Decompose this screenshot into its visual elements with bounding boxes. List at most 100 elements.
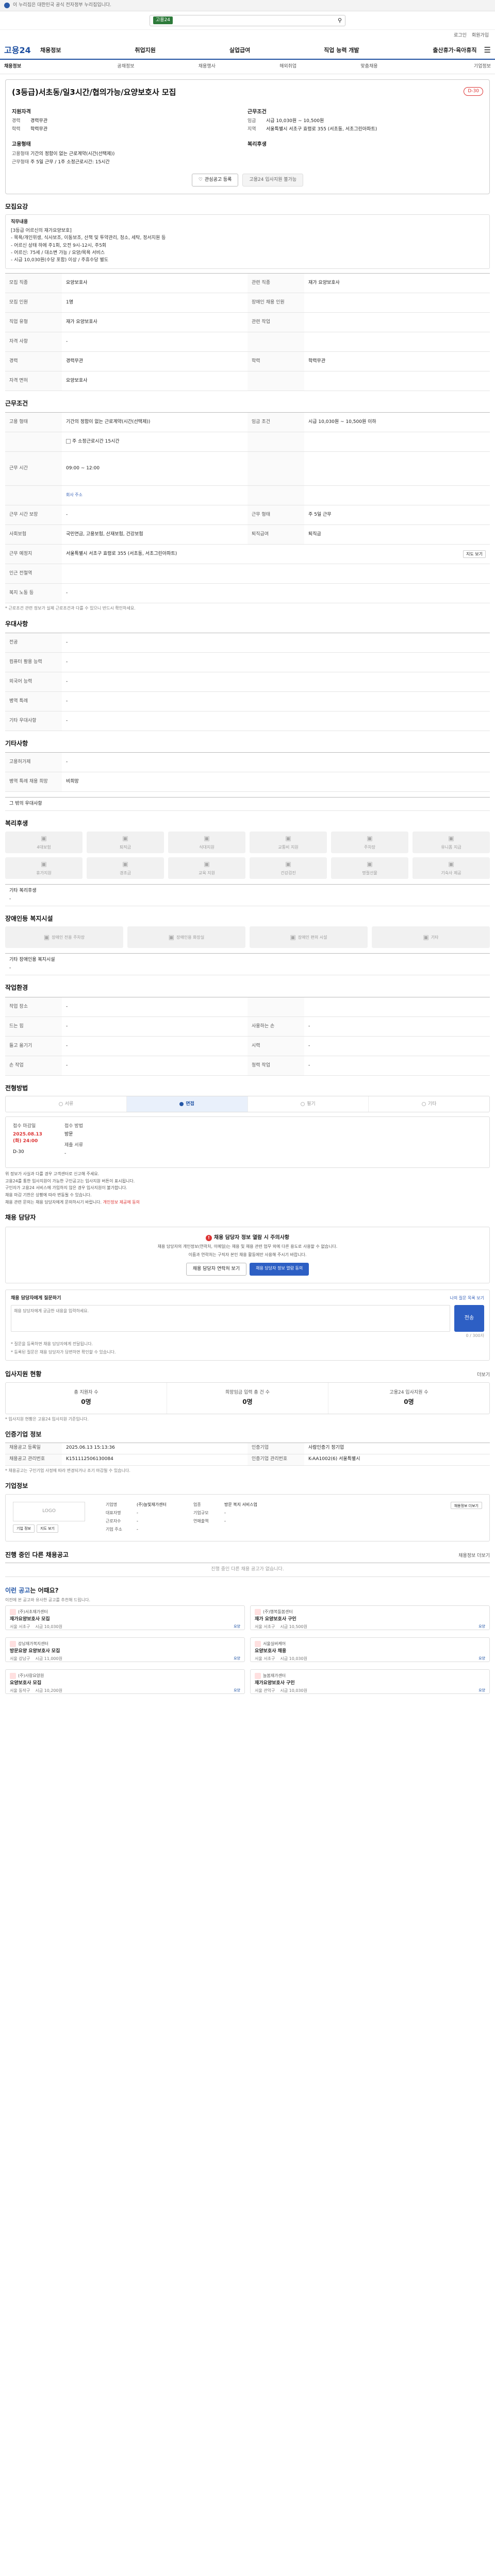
login-link[interactable]: 로그인	[454, 32, 467, 39]
disability-item-label: 장애인용 화장실	[176, 935, 205, 940]
search-input[interactable]	[176, 18, 335, 23]
subnav-item-public[interactable]: 공채정보	[85, 63, 166, 70]
inquiry-note: * 등록된 질문은 채용 담당자가 답변하면 확인할 수 있습니다.	[11, 1349, 116, 1354]
detail-key: 경력	[5, 351, 62, 371]
documents-value: -	[64, 1151, 67, 1157]
restroom-icon: ▣	[168, 933, 175, 941]
deadline-dday: D-30	[13, 1149, 24, 1155]
status-box: 총 지원자 수 0명 희망임금 입력 총 건 수 0명 고용24 입사지원 수 0명	[5, 1382, 490, 1414]
job-title: (3등급)서초동/일3시간/협의가능/요양보호사 모집	[12, 88, 176, 97]
subnav-item-events[interactable]: 채용행사	[167, 63, 248, 70]
condition-key	[248, 432, 304, 452]
process-note: 위 정보가 사실과 다를 경우 고객센터로 신고해 주세요.	[5, 1172, 100, 1177]
recommend-company: (주)행복돌봄센터	[263, 1609, 293, 1615]
other-jobs-empty: 진행 중인 다른 채용 공고가 없습니다.	[5, 1562, 490, 1577]
warning-icon: !	[205, 1234, 212, 1241]
status-more-link[interactable]: 더보기	[477, 1372, 490, 1379]
summary-key: 고용형태	[12, 151, 29, 157]
map-view-button[interactable]: 지도 보기	[463, 550, 486, 558]
company-jobs-button[interactable]: 채용정보 더보기	[450, 1501, 482, 1509]
recommend-card[interactable]: (주)행복돌봄센터 재가 요양보호사 구인 서울 서초구 시급 10,500원 요양	[250, 1605, 490, 1630]
subnav-item-custom[interactable]: 맞춤채용	[328, 63, 409, 70]
subnav-item-overseas[interactable]: 해외취업	[248, 63, 328, 70]
subnav-item-jobs[interactable]: 채용정보	[4, 63, 85, 70]
summary-key: 임금	[248, 118, 256, 124]
condition-value: 회사 주소	[62, 485, 248, 506]
method-label: 접수 방법	[64, 1124, 83, 1129]
condition-key: 인근 전철역	[5, 564, 62, 584]
company-logo-col: LOGO 기업 정보 지도 보기	[13, 1501, 85, 1534]
post-info-table: 채용공고 등록일 2025.06.13 15:13:36 인증기업 사람인증기 정기업…	[5, 1442, 490, 1466]
status-section-title: 입사지원 현황	[5, 1370, 42, 1378]
preference-value: -	[62, 633, 490, 653]
process-note-text: 채용 관련 문의는 채용 담당자에게 문의하시기 바랍니다.	[5, 1199, 102, 1205]
recommend-title-prefix: 이런 공고	[5, 1586, 30, 1594]
condition-value: 지도 보기	[304, 544, 490, 565]
inquiry-submit-button[interactable]: 전송	[454, 1305, 484, 1332]
disability-item-label: 장애인 편의 시설	[298, 935, 327, 940]
summary-heading-qualification: 지원자격	[12, 109, 31, 115]
hamburger-menu-icon[interactable]: ☰	[484, 45, 491, 56]
recommend-card[interactable]: (주)사랑요양원 요양보호사 모집 서울 동작구 시급 10,200원 요양	[5, 1669, 245, 1694]
my-questions-link[interactable]: 나의 질문 목록 보기	[450, 1295, 484, 1302]
view-contact-button[interactable]: 채용 담당자 연락처 보기	[186, 1263, 247, 1276]
recommend-card[interactable]: 늘봄재가센터 재가요양보호사 구인 서울 관악구 시급 10,030원 요양	[250, 1669, 490, 1694]
inquiry-title: 채용 담당자에게 질문하기	[11, 1296, 61, 1301]
recommend-location: 서울 서초구	[10, 1624, 30, 1629]
condition-value: -	[62, 505, 248, 526]
process-steps: 서류 면접 필기 기타	[5, 1096, 490, 1113]
disability-item: ▣ 장애인 편의 시설	[250, 926, 368, 948]
recommend-location: 서울 서초구	[255, 1656, 275, 1661]
work-env-key: 들고 옮기기	[5, 1036, 62, 1056]
summary-value: 주 5일 근무 / 1주 소정근로시간: 15시간	[30, 159, 110, 165]
company-info-button[interactable]: 기업 정보	[13, 1524, 35, 1533]
gnb-item-jobs[interactable]: 채용정보	[40, 46, 61, 55]
condition-value: 주 소정근로시간 15시간	[62, 432, 248, 452]
subnav-item-company[interactable]: 기업정보	[410, 63, 491, 70]
checkbox-icon	[66, 439, 71, 444]
post-info-key: 인증기업 관리번호	[248, 1454, 304, 1466]
other-preference-link[interactable]: 그 밖의 우대사항	[9, 801, 486, 807]
apply-button[interactable]: 고용24 입사지원 불가능	[242, 173, 304, 187]
post-info-value: K-AA1002(6) 서울특별시	[304, 1454, 490, 1466]
company-key: 기업 주소	[106, 1527, 122, 1532]
company-badge-icon	[255, 1608, 261, 1615]
company-map-button[interactable]: 지도 보기	[37, 1524, 58, 1533]
detail-key: 관련 작업	[248, 312, 304, 332]
recommend-tag: 요양	[234, 1656, 240, 1660]
other-jobs-more-link[interactable]: 채용정보 더보기	[458, 1553, 490, 1560]
agree-contact-button[interactable]: 채용 담당자 정보 열람 동의	[250, 1263, 309, 1276]
process-step-label: 면접	[186, 1101, 194, 1107]
process-note: 채용 마감 기한은 상황에 따라 변동될 수 있습니다.	[5, 1193, 92, 1197]
company-address-link[interactable]: 회사 주소	[66, 493, 82, 497]
gnb-item-parental-leave[interactable]: 출산휴가·육아휴직	[433, 46, 476, 55]
site-logo[interactable]: 고용24	[4, 44, 40, 56]
preference-key: 외국어 능력	[5, 672, 62, 692]
search-strip: 고용24 ⚲	[0, 11, 495, 30]
summary-key: 지역	[248, 127, 256, 132]
detail-value: 요양보호사	[62, 371, 248, 391]
recommend-card[interactable]: 서울실버케어 요양보호사 채용 서울 서초구 시급 10,030원 요양	[250, 1637, 490, 1662]
gnb-item-employment-support[interactable]: 취업지원	[135, 46, 155, 55]
signup-link[interactable]: 회원가입	[472, 32, 489, 39]
welfare-item: ▣ 기숙사 제공	[412, 857, 490, 879]
detail-value: -	[62, 332, 248, 352]
search-box[interactable]: 고용24 ⚲	[150, 14, 345, 26]
gnb-item-unemployment[interactable]: 실업급여	[229, 46, 250, 55]
preference-value: -	[62, 711, 490, 732]
recommend-card[interactable]: (주)서초재가센터 재가요양보호사 모집 서울 서초구 시급 10,030원 요양	[5, 1605, 245, 1630]
recommend-company: (주)서초재가센터	[18, 1609, 48, 1615]
summary-key: 학력	[12, 127, 21, 132]
detail-value	[304, 371, 490, 391]
search-icon[interactable]: ⚲	[338, 16, 342, 25]
step-dot-icon	[421, 1102, 426, 1107]
interest-button[interactable]: ♡ 관심공고 등록	[191, 173, 239, 187]
inquiry-textarea[interactable]	[11, 1305, 450, 1332]
gnb-item-training[interactable]: 직업 능력 개발	[324, 46, 359, 55]
process-step: 기타	[369, 1096, 489, 1112]
search-tag: 고용24	[153, 16, 173, 25]
contact-section-title: 채용 담당자	[5, 1214, 36, 1222]
recommend-card[interactable]: 강남재가복지센터 방문요양 요양보호사 모집 서울 강남구 시급 11,000원 요양	[5, 1637, 245, 1662]
condition-value	[62, 564, 490, 584]
recommend-location: 서울 동작구	[10, 1688, 30, 1693]
